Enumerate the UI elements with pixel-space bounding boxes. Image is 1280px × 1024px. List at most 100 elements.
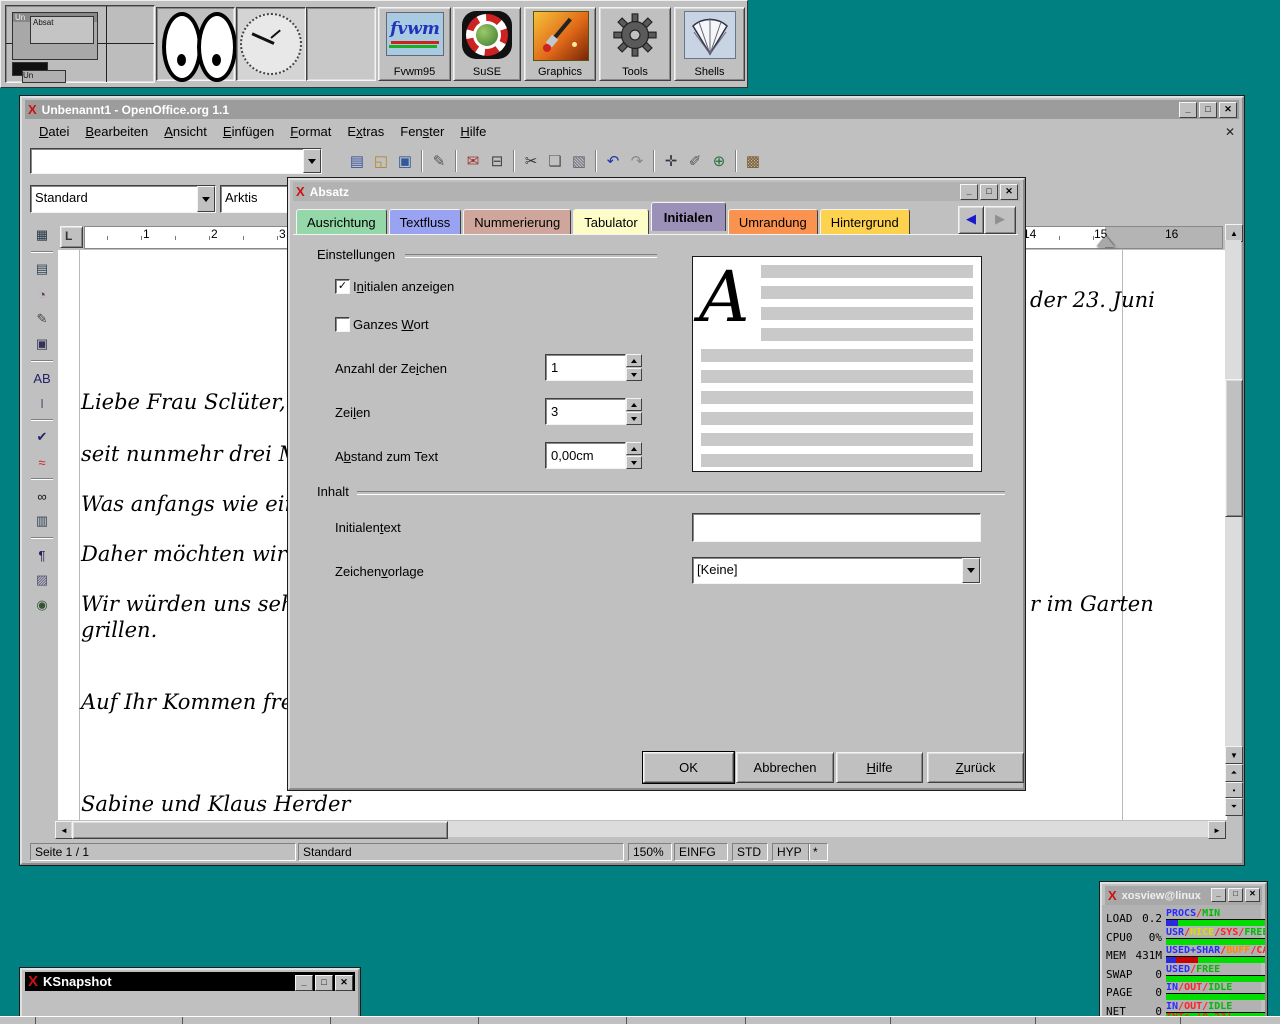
redo-icon[interactable]: ↷	[625, 149, 649, 173]
maximize-button[interactable]: □	[1228, 888, 1243, 902]
tab-type-selector[interactable]: L	[60, 226, 83, 248]
horizontal-scrollbar[interactable]: ◄ ►	[25, 820, 1239, 840]
open-icon[interactable]: ◱	[369, 149, 393, 173]
status-style[interactable]: Standard	[298, 843, 624, 861]
dialog-maximize-button[interactable]: □	[980, 184, 998, 200]
insert-object-icon[interactable]: ◔	[29, 283, 55, 305]
insert-fields-icon[interactable]: ▤	[29, 258, 55, 280]
launcher-graphics[interactable]: Graphics	[524, 7, 596, 81]
stylist-icon[interactable]: ✐	[683, 149, 707, 173]
menu-hilfe[interactable]: Hilfe	[452, 124, 494, 139]
cut-icon[interactable]: ✂	[519, 149, 543, 173]
insert-table-icon[interactable]: ▦	[29, 224, 55, 246]
xeyes-applet[interactable]	[156, 7, 235, 81]
undo-icon[interactable]: ↶	[601, 149, 625, 173]
tab-scroll-right-icon[interactable]: ▶	[984, 206, 1016, 234]
status-insert-mode[interactable]: EINFG	[674, 843, 728, 861]
tab-nummerierung[interactable]: Nummerierung	[463, 209, 571, 234]
spin-up-icon[interactable]	[626, 398, 642, 411]
lines-spinner[interactable]: 3	[545, 398, 642, 425]
distance-spinner[interactable]: 0,00cm	[545, 442, 642, 469]
gallery-icon[interactable]: ▩	[741, 149, 765, 173]
writer-titlebar[interactable]: X Unbenannt1 - OpenOffice.org 1.1 _ □ ✕	[25, 100, 1239, 119]
minimize-button[interactable]: _	[1211, 888, 1226, 902]
vertical-scrollbar[interactable]: ▲ ▼ ⏶ • ⏷	[1225, 224, 1241, 820]
dropdown-arrow-icon[interactable]	[962, 558, 980, 583]
spin-up-icon[interactable]	[626, 442, 642, 455]
margin-marker[interactable]	[1097, 236, 1115, 247]
clock-applet[interactable]	[236, 7, 306, 81]
xosview-titlebar[interactable]: X xosview@linux _ □ ✕	[1105, 886, 1262, 905]
taskbar[interactable]	[0, 1016, 1280, 1024]
close-button[interactable]: ✕	[1219, 102, 1237, 118]
tab-umrandung[interactable]: Umrandung	[728, 209, 818, 234]
dropdown-arrow-icon[interactable]	[303, 149, 321, 173]
spellcheck-icon[interactable]: ✔	[29, 426, 55, 448]
minimize-button[interactable]: _	[1179, 102, 1197, 118]
graphics-onoff-icon[interactable]: ▨	[29, 569, 55, 591]
spin-down-icon[interactable]	[626, 412, 642, 425]
next-page-icon[interactable]: ⏷	[1225, 798, 1243, 816]
spin-down-icon[interactable]	[626, 456, 642, 469]
send-mail-icon[interactable]: ✉	[461, 149, 485, 173]
tab-textfluss[interactable]: Textfluss	[389, 209, 462, 234]
spin-down-icon[interactable]	[626, 368, 642, 381]
pager-mini-window[interactable]: Absat	[30, 16, 94, 44]
menu-ansicht[interactable]: Ansicht	[156, 124, 215, 139]
dialog-titlebar[interactable]: X Absatz _ □ ✕	[293, 182, 1020, 201]
print-icon[interactable]: ⊟	[485, 149, 509, 173]
online-layout-icon[interactable]: ◉	[29, 594, 55, 616]
navigator-icon[interactable]: ✛	[659, 149, 683, 173]
find-icon[interactable]: ∞	[29, 485, 55, 507]
autospellcheck-icon[interactable]: ≈	[29, 451, 55, 473]
navigation-dot-icon[interactable]: •	[1225, 782, 1243, 798]
copy-icon[interactable]: ❏	[543, 149, 567, 173]
launcher-fvwm95[interactable]: fvwm Fvwm95	[378, 7, 451, 81]
draw-functions-icon[interactable]: ✎	[29, 308, 55, 330]
menu-format[interactable]: Format	[282, 124, 339, 139]
autotext-icon[interactable]: AB	[29, 367, 55, 389]
scroll-right-icon[interactable]: ►	[1208, 821, 1226, 839]
save-icon[interactable]: ▣	[393, 149, 417, 173]
dropcap-text-input[interactable]	[692, 513, 981, 542]
tab-tabulator[interactable]: Tabulator	[573, 209, 648, 234]
dialog-minimize-button[interactable]: _	[960, 184, 978, 200]
char-style-combobox[interactable]: [Keine]	[692, 557, 981, 584]
dropdown-arrow-icon[interactable]	[197, 186, 215, 212]
direct-cursor-icon[interactable]: I	[29, 392, 55, 414]
dialog-close-button[interactable]: ✕	[1000, 184, 1018, 200]
whole-word-checkbox[interactable]	[335, 317, 350, 332]
maximize-button[interactable]: □	[315, 975, 333, 991]
menu-datei[interactable]: Datei	[31, 124, 77, 139]
desktop-pager[interactable]: Un Absat Un	[5, 5, 155, 83]
ksnapshot-titlebar[interactable]: X KSnapshot _ □ ✕	[25, 972, 355, 991]
tab-initialen[interactable]: Initialen	[651, 202, 726, 231]
tab-ausrichtung[interactable]: Ausrichtung	[296, 209, 387, 234]
edit-file-icon[interactable]: ✎	[427, 149, 451, 173]
form-functions-icon[interactable]: ▣	[29, 333, 55, 355]
url-combobox[interactable]	[30, 148, 322, 174]
show-dropcaps-checkbox[interactable]: ✓	[335, 279, 350, 294]
back-button[interactable]: Zurück	[927, 752, 1024, 783]
close-button[interactable]: ✕	[1245, 888, 1260, 902]
scroll-down-icon[interactable]: ▼	[1225, 746, 1243, 764]
close-document-icon[interactable]: ✕	[1225, 125, 1235, 139]
menu-extras[interactable]: Extras	[339, 124, 392, 139]
close-button[interactable]: ✕	[335, 975, 353, 991]
menu-bearbeiten[interactable]: Bearbeiten	[77, 124, 156, 139]
num-chars-spinner[interactable]: 1	[545, 354, 642, 381]
tab-hintergrund[interactable]: Hintergrund	[820, 209, 910, 234]
maximize-button[interactable]: □	[1199, 102, 1217, 118]
previous-page-icon[interactable]: ⏶	[1225, 764, 1243, 782]
spin-up-icon[interactable]	[626, 354, 642, 367]
launcher-suse[interactable]: SuSE	[453, 7, 521, 81]
menu-einfügen[interactable]: Einfügen	[215, 124, 282, 139]
status-zoom[interactable]: 150%	[628, 843, 672, 861]
tab-scroll-left-icon[interactable]: ◀	[958, 206, 984, 234]
minimize-button[interactable]: _	[295, 975, 313, 991]
cancel-button[interactable]: Abbrechen	[736, 752, 834, 783]
launcher-shells[interactable]: Shells	[674, 7, 745, 81]
paste-icon[interactable]: ▧	[567, 149, 591, 173]
menu-fenster[interactable]: Fenster	[392, 124, 452, 139]
vscroll-thumb[interactable]	[1225, 379, 1243, 517]
